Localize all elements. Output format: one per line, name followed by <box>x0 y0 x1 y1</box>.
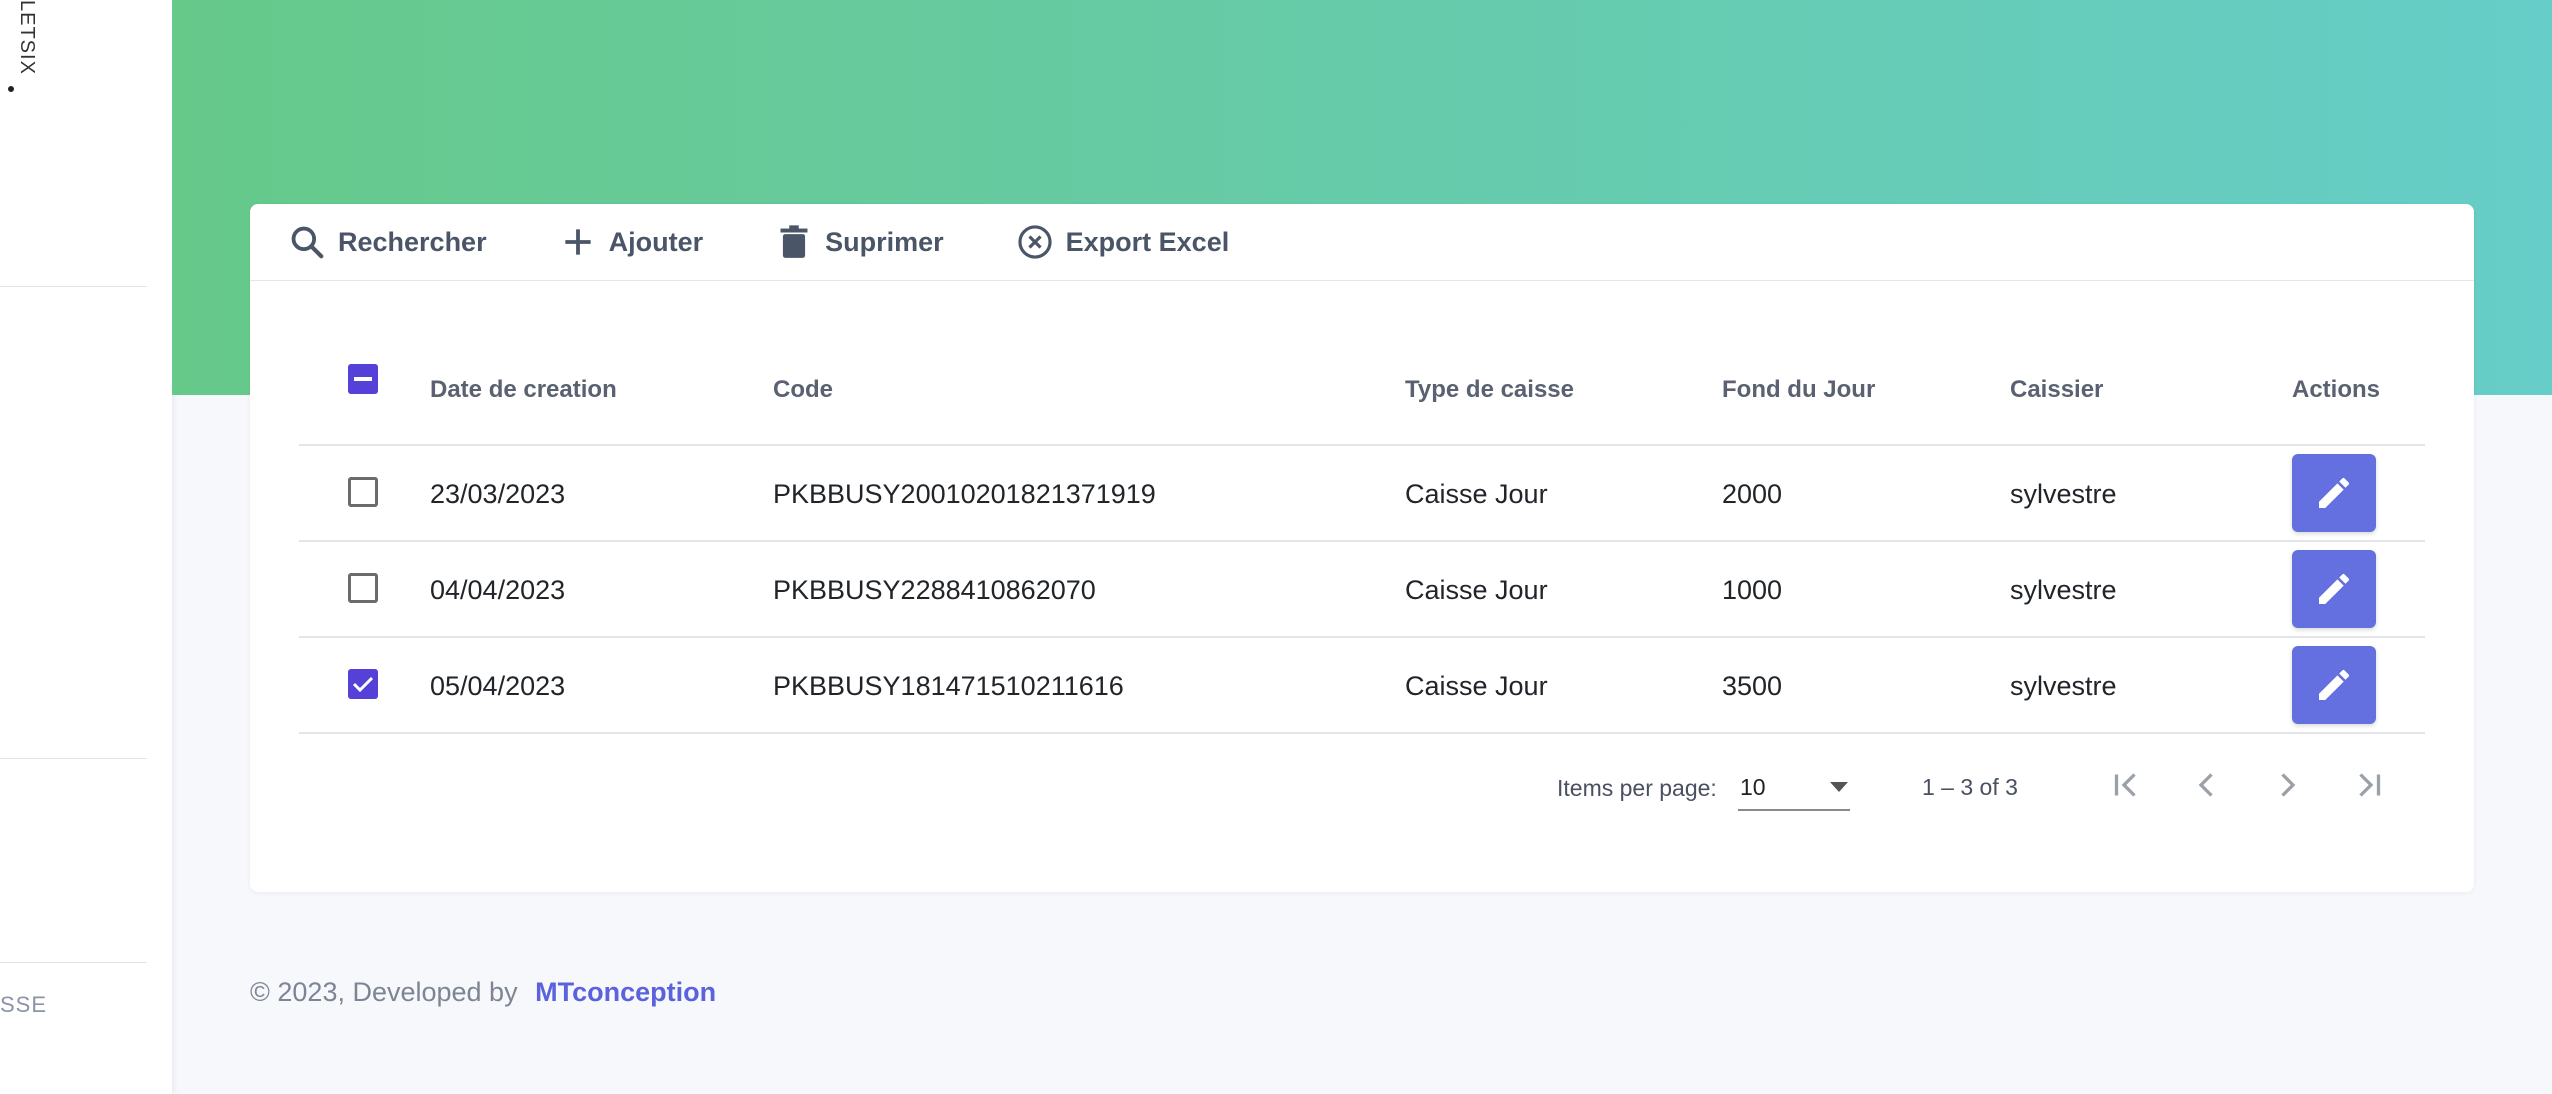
edit-button[interactable] <box>2292 454 2376 532</box>
next-page-button[interactable] <box>2265 763 2309 807</box>
table-header-row: Date de creation Code Type de caisse Fon… <box>299 332 2425 446</box>
delete-label: Suprimer <box>825 226 944 257</box>
export-excel-button[interactable]: Export Excel <box>1016 223 1230 261</box>
pencil-icon <box>2319 477 2350 508</box>
edit-button[interactable] <box>2292 646 2376 724</box>
delete-button[interactable]: Suprimer <box>775 223 944 261</box>
footer-brand-link[interactable]: MTconception <box>535 977 716 1007</box>
cancel-circle-icon <box>1018 225 1052 259</box>
column-header-fond[interactable]: Fond du Jour <box>1722 376 1875 404</box>
search-button[interactable]: Rechercher <box>288 223 487 261</box>
cell-type: Caisse Jour <box>1405 479 1548 509</box>
column-header-caissier[interactable]: Caissier <box>2010 376 2103 404</box>
export-label: Export Excel <box>1065 226 1230 257</box>
cell-code: PKBBUSY2288410862070 <box>773 575 1096 605</box>
minus-icon <box>354 377 372 381</box>
first-page-button[interactable] <box>2105 763 2149 807</box>
row-checkbox[interactable] <box>348 477 378 507</box>
column-header-actions: Actions <box>2292 376 2381 403</box>
check-icon <box>352 676 374 693</box>
cell-fond: 1000 <box>1722 575 1783 605</box>
sidebar-bullet <box>8 86 14 92</box>
cell-caissier: sylvestre <box>2010 479 2117 509</box>
select-all-checkbox[interactable] <box>348 364 378 394</box>
page-size-value: 10 <box>1740 773 1766 800</box>
add-label: Ajouter <box>608 226 704 257</box>
sidebar-divider <box>0 286 147 287</box>
cell-code: PKBBUSY20010201821371919 <box>773 479 1156 509</box>
cell-date: 04/04/2023 <box>430 575 566 605</box>
table-row: 04/04/2023 PKBBUSY2288410862070 Caisse J… <box>299 542 2425 638</box>
row-checkbox[interactable] <box>348 573 378 603</box>
cell-code: PKBBUSY181471510211616 <box>773 671 1124 701</box>
cell-date: 05/04/2023 <box>430 671 566 701</box>
toolbar: Rechercher Ajouter Suprimer Export Excel <box>250 204 2474 281</box>
sidebar-divider <box>0 962 147 963</box>
column-header-type[interactable]: Type de caisse <box>1405 376 1574 404</box>
sidebar-item-label[interactable]: SSE <box>0 992 47 1018</box>
add-button[interactable]: Ajouter <box>559 223 704 261</box>
page-size-select[interactable]: 10 <box>1738 765 1850 811</box>
row-checkbox[interactable] <box>348 669 378 699</box>
search-label: Rechercher <box>338 226 487 257</box>
sidebar-brand: LETSIX <box>16 0 38 75</box>
previous-page-button[interactable] <box>2185 763 2229 807</box>
cell-type: Caisse Jour <box>1405 575 1548 605</box>
cell-fond: 3500 <box>1722 671 1783 701</box>
last-page-icon <box>2359 773 2381 797</box>
cell-date: 23/03/2023 <box>430 479 566 509</box>
table-row: 23/03/2023 PKBBUSY20010201821371919 Cais… <box>299 446 2425 542</box>
column-header-code[interactable]: Code <box>773 376 833 404</box>
cell-caissier: sylvestre <box>2010 671 2117 701</box>
cell-type: Caisse Jour <box>1405 671 1548 701</box>
data-table: Date de creation Code Type de caisse Fon… <box>299 332 2425 734</box>
last-page-button[interactable] <box>2346 763 2390 807</box>
chevron-left-icon <box>2198 773 2213 797</box>
table-row: 05/04/2023 PKBBUSY181471510211616 Caisse… <box>299 638 2425 734</box>
footer-copyright: © 2023, Developed by <box>250 977 518 1007</box>
search-icon <box>291 226 324 259</box>
page-range-label: 1 – 3 of 3 <box>1922 774 2018 800</box>
cell-fond: 2000 <box>1722 479 1783 509</box>
pencil-icon <box>2319 573 2350 604</box>
edit-button[interactable] <box>2292 550 2376 628</box>
column-header-date[interactable]: Date de creation <box>430 376 617 404</box>
pencil-icon <box>2319 669 2350 700</box>
footer: © 2023, Developed by MTconception <box>250 977 716 1008</box>
cell-caissier: sylvestre <box>2010 575 2117 605</box>
trash-icon <box>780 225 808 258</box>
sidebar-divider <box>0 758 147 759</box>
chevron-right-icon <box>2281 773 2296 797</box>
first-page-icon <box>2114 773 2136 797</box>
items-per-page-label: Items per page: <box>1557 775 1717 801</box>
plus-icon <box>564 229 591 255</box>
chevron-down-icon <box>1830 782 1848 792</box>
sidebar: LETSIX SSE <box>0 0 172 1094</box>
